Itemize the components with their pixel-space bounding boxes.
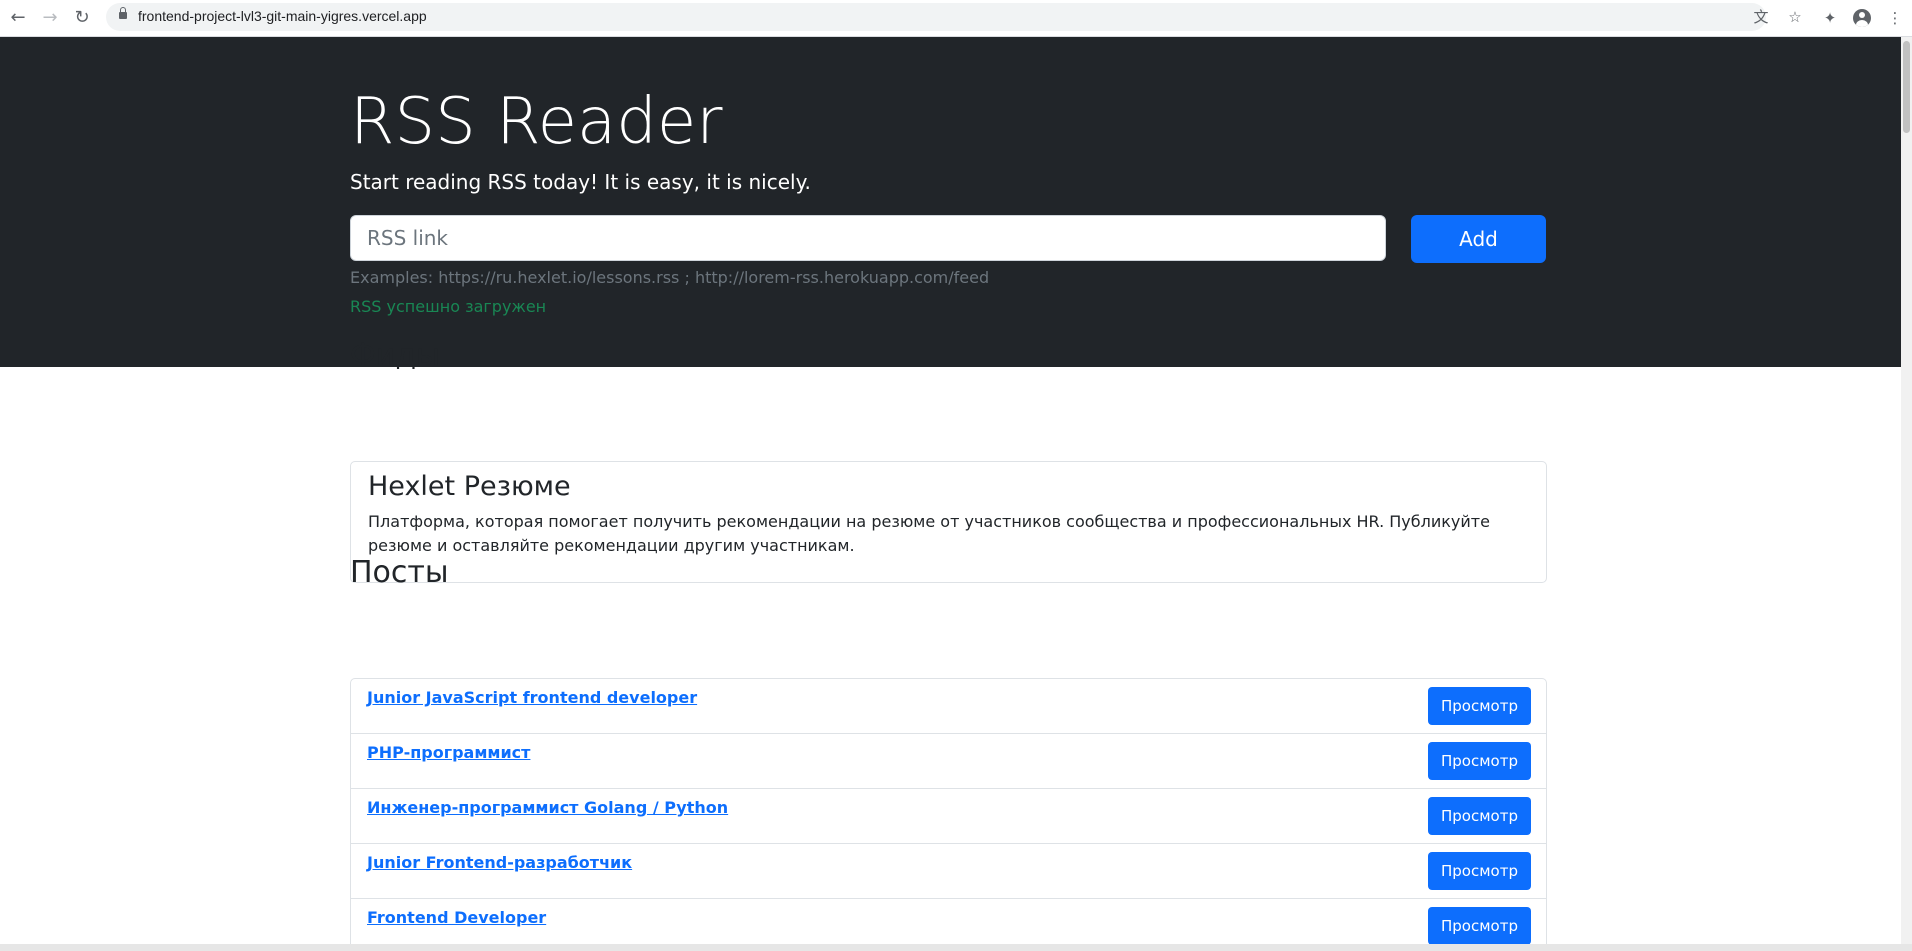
post-item: Junior JavaScript frontend developer Про… <box>351 679 1546 734</box>
url-text[interactable]: frontend-project-lvl3-git-main-yigres.ve… <box>138 8 427 24</box>
post-link[interactable]: Junior Frontend-разработчик <box>367 853 632 872</box>
star-icon[interactable]: ☆ <box>1786 8 1804 26</box>
menu-icon[interactable]: ⋮ <box>1883 6 1907 30</box>
browser-toolbar: ← → ↻ frontend-project-lvl3-git-main-yig… <box>0 0 1912 37</box>
horizontal-scrollbar[interactable] <box>0 944 1912 951</box>
page-viewport: RSS Reader Start reading RSS today! It i… <box>0 37 1901 944</box>
view-button[interactable]: Просмотр <box>1428 742 1531 780</box>
feedback-message: RSS успешно загружен <box>350 297 547 316</box>
scrollbar-thumb[interactable] <box>1903 41 1910 133</box>
post-item: PHP-программист Просмотр <box>351 734 1546 789</box>
vertical-scrollbar[interactable] <box>1901 37 1912 944</box>
rss-url-input[interactable] <box>350 215 1386 261</box>
feeds-heading: Фиды <box>350 338 440 373</box>
post-link[interactable]: PHP-программист <box>367 743 530 762</box>
examples-hint: Examples: https://ru.hexlet.io/lessons.r… <box>350 268 990 287</box>
lock-icon <box>119 7 127 19</box>
view-button[interactable]: Просмотр <box>1428 797 1531 835</box>
translate-icon[interactable]: 文 <box>1752 8 1770 26</box>
lead-text: Start reading RSS today! It is easy, it … <box>350 170 811 194</box>
posts-list: Junior JavaScript frontend developer Про… <box>350 678 1547 944</box>
post-link[interactable]: Junior JavaScript frontend developer <box>367 688 697 707</box>
post-item: Инженер-программист Golang / Python Прос… <box>351 789 1546 844</box>
hero-section: RSS Reader Start reading RSS today! It i… <box>0 37 1901 367</box>
page-title: RSS Reader <box>350 85 723 159</box>
post-item: Frontend Developer Просмотр <box>351 899 1546 944</box>
avatar <box>1853 9 1871 27</box>
post-link[interactable]: Инженер-программист Golang / Python <box>367 798 728 817</box>
feed-title: Hexlet Резюме <box>368 471 571 502</box>
profile-icon[interactable] <box>1850 6 1874 30</box>
post-item: Junior Frontend-разработчик Просмотр <box>351 844 1546 899</box>
reload-icon[interactable]: ↻ <box>70 6 94 30</box>
add-button[interactable]: Add <box>1411 215 1546 263</box>
view-button[interactable]: Просмотр <box>1428 852 1531 890</box>
feed-description: Платформа, которая помогает получить рек… <box>368 512 1490 555</box>
view-button[interactable]: Просмотр <box>1428 907 1531 944</box>
post-link[interactable]: Frontend Developer <box>367 908 546 927</box>
posts-heading: Посты <box>350 555 449 590</box>
view-button[interactable]: Просмотр <box>1428 687 1531 725</box>
address-bar[interactable]: frontend-project-lvl3-git-main-yigres.ve… <box>106 3 1802 31</box>
forward-arrow-icon[interactable]: → <box>38 6 62 30</box>
extensions-icon[interactable]: ✦ <box>1818 6 1842 30</box>
feed-card: Hexlet Резюме Платформа, которая помогае… <box>350 461 1547 583</box>
back-arrow-icon[interactable]: ← <box>6 6 30 30</box>
